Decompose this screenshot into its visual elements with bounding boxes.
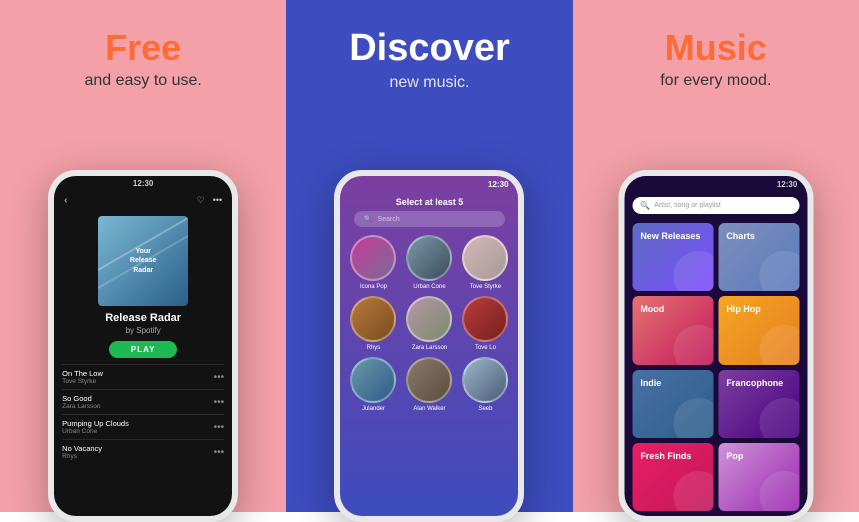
track-item: Pumping Up CloudsUrban Cone ••• (62, 414, 224, 439)
panel-right: Music for every mood. 12:30 🔍 Artist, so… (573, 0, 859, 512)
artist-avatar (350, 296, 396, 342)
artist-avatar (462, 357, 508, 403)
album-art-label: YourReleaseRadar (130, 247, 156, 274)
artist-avatar (350, 235, 396, 281)
middle-subtitle: new music. (389, 74, 469, 92)
status-time-left: 12:30 (133, 179, 153, 188)
genre-label: Hip Hop (726, 304, 761, 315)
genre-label: Indie (640, 378, 661, 389)
track-artist: Tove Styrke (62, 378, 213, 385)
artist-item[interactable]: Rhys (348, 296, 398, 351)
artist-name: Julander (362, 406, 385, 412)
artist-avatar (406, 235, 452, 281)
artist-avatar (462, 296, 508, 342)
genre-tile-pop[interactable]: Pop (718, 443, 799, 511)
track-name: On The Low (62, 369, 213, 378)
track-artist: Zara Larsson (62, 403, 213, 410)
artist-avatar (406, 296, 452, 342)
track-item: On The LowTove Styrke ••• (62, 364, 224, 389)
left-title: Free (105, 28, 181, 68)
artist-name: Tove Lo (475, 345, 496, 351)
status-time-middle: 12:30 (488, 180, 508, 189)
genre-tile-fresh-finds[interactable]: Fresh Finds (632, 443, 713, 511)
album-title: Release Radar (105, 312, 181, 324)
search-bar-right[interactable]: 🔍 Artist, song or playlist (632, 197, 799, 214)
track-artist: Rhys (62, 453, 213, 460)
phone-left: 12:30 ‹ ♡ ••• YourReleaseRadar Release R… (48, 170, 238, 522)
genre-label: Charts (726, 231, 755, 242)
artist-name: Icona Pop (360, 284, 387, 290)
play-button[interactable]: PLAY (109, 341, 178, 358)
status-time-right: 12:30 (777, 180, 797, 189)
phone-middle: 12:30 Select at least 5 🔍 Search Icona P… (334, 170, 524, 522)
album-art: YourReleaseRadar (98, 216, 188, 306)
track-name: So Good (62, 394, 213, 403)
artist-name: Tove Styrke (470, 284, 501, 290)
more-icon[interactable]: ••• (213, 195, 222, 206)
artist-item[interactable]: Icona Pop (348, 235, 398, 290)
artist-item[interactable]: Tove Lo (460, 296, 510, 351)
artist-item[interactable]: Seeb (460, 357, 510, 412)
track-item: So GoodZara Larsson ••• (62, 389, 224, 414)
artist-name: Urban Cone (413, 284, 445, 290)
track-more-icon[interactable]: ••• (214, 447, 225, 458)
left-subtitle: and easy to use. (84, 72, 201, 90)
middle-title: Discover (349, 28, 510, 70)
genre-label: Mood (640, 304, 664, 315)
heart-icon[interactable]: ♡ (197, 195, 205, 206)
genre-label: Pop (726, 451, 743, 462)
track-more-icon[interactable]: ••• (214, 397, 225, 408)
search-bar-middle[interactable]: 🔍 Search (354, 211, 505, 227)
phone-right: 12:30 🔍 Artist, song or playlist New Rel… (618, 170, 813, 522)
artist-name: Rhys (367, 345, 381, 351)
panel-middle: Discover new music. 12:30 Select at leas… (286, 0, 572, 512)
track-name: No Vacancy (62, 444, 213, 453)
artist-item[interactable]: Urban Cone (404, 235, 454, 290)
genre-tile-charts[interactable]: Charts (718, 223, 799, 291)
artist-item[interactable]: Alan Walker (404, 357, 454, 412)
artist-avatar (350, 357, 396, 403)
right-title: Music (665, 28, 767, 68)
discover-prompt: Select at least 5 (396, 197, 464, 207)
genre-tile-new-releases[interactable]: New Releases (632, 223, 713, 291)
phone-nav: ‹ ♡ ••• (54, 191, 232, 210)
search-icon: 🔍 (364, 215, 373, 223)
artist-item[interactable]: Julander (348, 357, 398, 412)
artist-avatar (406, 357, 452, 403)
back-icon[interactable]: ‹ (64, 195, 67, 206)
search-label: Search (378, 216, 400, 223)
track-list: On The LowTove Styrke ••• So GoodZara La… (54, 364, 232, 464)
artist-name: Zara Larsson (412, 345, 447, 351)
track-item: No VacancyRhys ••• (62, 439, 224, 464)
artist-grid: Icona Pop Urban Cone Tove Styrke Rhys Za… (340, 235, 518, 412)
track-name: Pumping Up Clouds (62, 419, 213, 428)
artist-name: Seeb (478, 406, 492, 412)
genre-tile-hiphop[interactable]: Hip Hop (718, 296, 799, 364)
artist-item[interactable]: Tove Styrke (460, 235, 510, 290)
track-more-icon[interactable]: ••• (214, 372, 225, 383)
genre-grid: New Releases Charts Mood Hip Hop Indie F… (624, 218, 807, 516)
search-placeholder: Artist, song or playlist (654, 202, 721, 209)
genre-tile-francophone[interactable]: Francophone (718, 370, 799, 438)
genre-label: Fresh Finds (640, 451, 691, 462)
track-more-icon[interactable]: ••• (214, 422, 225, 433)
genre-tile-mood[interactable]: Mood (632, 296, 713, 364)
search-icon: 🔍 (640, 201, 650, 210)
genre-tile-indie[interactable]: Indie (632, 370, 713, 438)
panel-left: Free and easy to use. 12:30 ‹ ♡ ••• Your… (0, 0, 286, 512)
album-subtitle: by Spotify (126, 326, 161, 335)
genre-label: New Releases (640, 231, 700, 242)
artist-item[interactable]: Zara Larsson (404, 296, 454, 351)
track-artist: Urban Cone (62, 428, 213, 435)
artist-name: Alan Walker (413, 406, 445, 412)
artist-avatar (462, 235, 508, 281)
right-subtitle: for every mood. (660, 72, 771, 90)
genre-label: Francophone (726, 378, 783, 389)
